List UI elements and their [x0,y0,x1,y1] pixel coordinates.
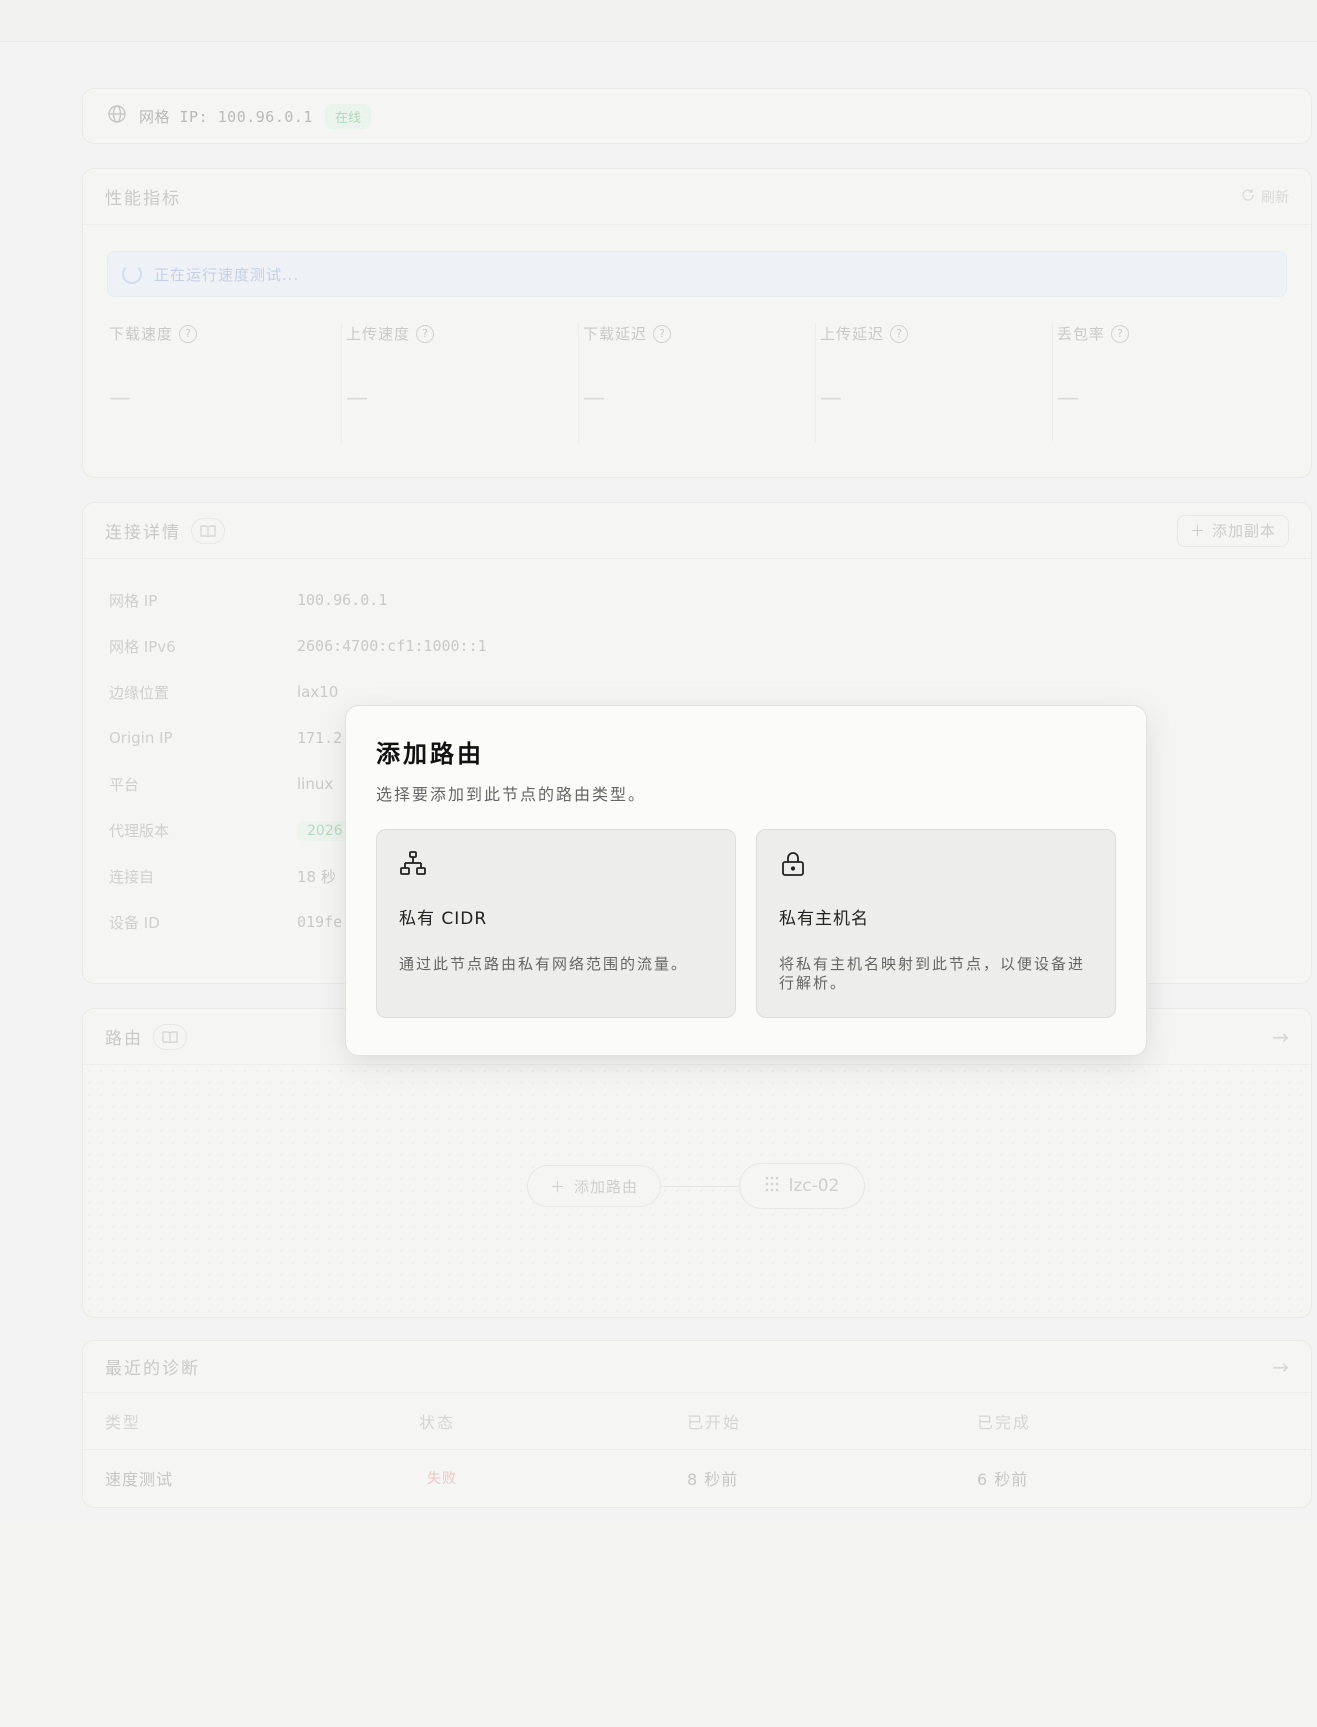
dialog-subtitle: 选择要添加到此节点的路由类型。 [376,785,647,804]
option-description: 将私有主机名映射到此节点，以便设备进行解析。 [779,955,1086,992]
network-icon [399,851,427,882]
route-type-options: 私有 CIDR 通过此节点路由私有网络范围的流量。 私有主机名 将私有主机名映射… [376,829,1116,1018]
dialog-title: 添加路由 [376,740,484,768]
option-description: 通过此节点路由私有网络范围的流量。 [399,955,689,973]
option-title: 私有主机名 [779,909,869,929]
lock-icon [779,852,807,882]
option-title: 私有 CIDR [399,909,488,929]
option-private-cidr[interactable]: 私有 CIDR 通过此节点路由私有网络范围的流量。 [376,829,736,1018]
option-private-hostname[interactable]: 私有主机名 将私有主机名映射到此节点，以便设备进行解析。 [756,829,1116,1018]
add-route-dialog: 添加路由 选择要添加到此节点的路由类型。 私有 CIDR 通过此节点路由私有网络… [345,705,1147,1056]
